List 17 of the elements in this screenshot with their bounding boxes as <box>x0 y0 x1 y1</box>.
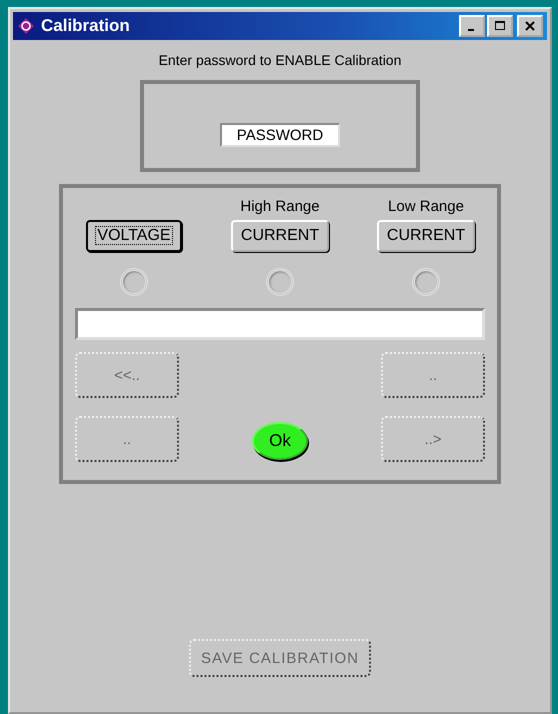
password-field[interactable]: PASSWORD <box>220 123 340 147</box>
maximize-button[interactable] <box>487 15 513 37</box>
maximize-icon <box>495 21 505 31</box>
mode-button[interactable]: VOLTAGE <box>86 220 182 252</box>
mode-button[interactable]: CURRENT <box>230 220 330 252</box>
range-label: High Range <box>240 198 320 215</box>
minimize-icon <box>468 29 474 31</box>
ok-button[interactable]: Ok <box>252 422 308 460</box>
range-label: Low Range <box>388 198 464 215</box>
mode-button[interactable]: CURRENT <box>376 220 476 252</box>
display-field[interactable] <box>75 308 485 340</box>
window-title: Calibration <box>41 16 130 36</box>
close-icon <box>525 21 535 31</box>
app-icon <box>17 17 35 35</box>
instruction-text: Enter password to ENABLE Calibration <box>158 52 402 68</box>
close-button[interactable] <box>517 15 543 37</box>
minimize-button[interactable] <box>459 15 485 37</box>
